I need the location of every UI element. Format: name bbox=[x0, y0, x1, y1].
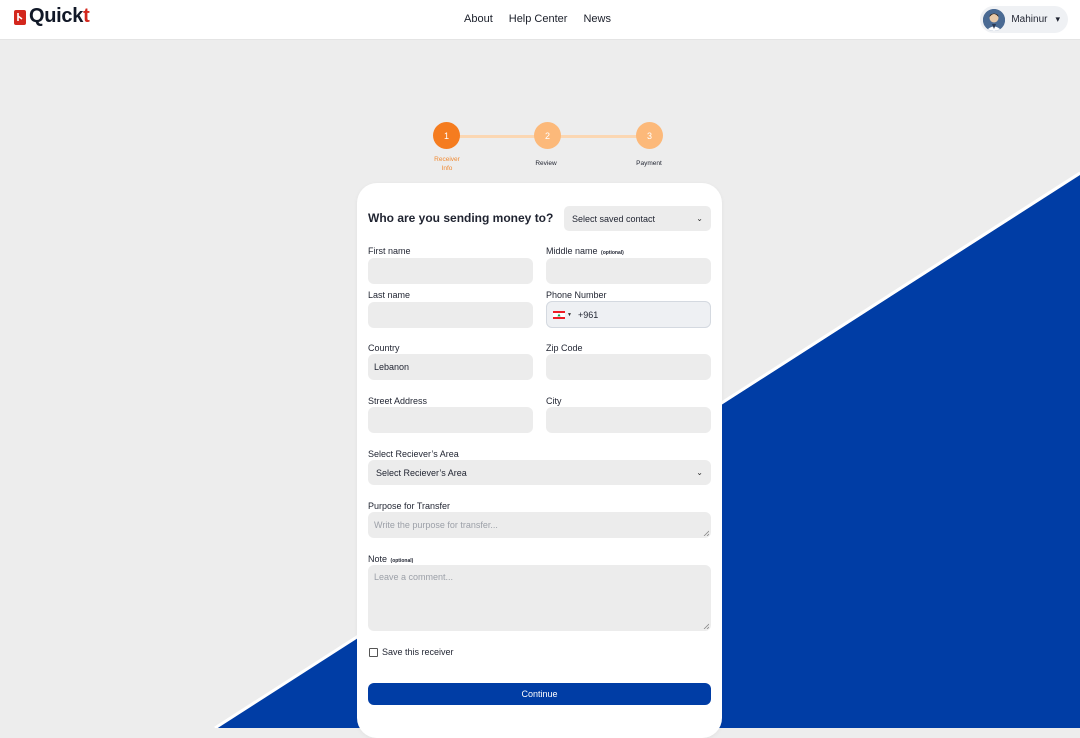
form-heading: Who are you sending money to? bbox=[368, 211, 554, 225]
street-label: Street Address bbox=[368, 396, 428, 406]
street-input[interactable] bbox=[368, 407, 533, 433]
middle-name-label: Middle name (optional) bbox=[546, 246, 624, 256]
purpose-label: Purpose for Transfer bbox=[368, 501, 451, 511]
phone-prefix: +961 bbox=[577, 309, 599, 320]
avatar bbox=[983, 8, 1006, 31]
nav-help-center-link[interactable]: Help Center bbox=[509, 13, 568, 25]
last-name-input[interactable] bbox=[368, 302, 533, 328]
save-receiver-row[interactable]: Save this receiver bbox=[369, 647, 454, 657]
chevron-down-icon: ▾ bbox=[1055, 14, 1060, 24]
area-select-value: Select Reciever’s Area bbox=[376, 467, 467, 478]
save-receiver-checkbox[interactable] bbox=[369, 647, 378, 657]
quickt-logo[interactable]: Quickt bbox=[14, 5, 90, 28]
lebanon-flag-icon[interactable] bbox=[553, 310, 565, 319]
saved-contact-select[interactable]: Select saved contact ⌄ bbox=[564, 206, 711, 231]
nav-news-link[interactable]: News bbox=[583, 13, 611, 25]
chevron-down-icon: ⌄ bbox=[696, 468, 703, 477]
save-receiver-label[interactable]: Save this receiver bbox=[382, 647, 454, 657]
first-name-input[interactable] bbox=[368, 258, 533, 284]
progress-stepper: 1 2 3 Receiver Info Review Payment bbox=[432, 122, 664, 174]
purpose-placeholder: Write the purpose for transfer... bbox=[374, 520, 498, 530]
receiver-form-card: Who are you sending money to? Select sav… bbox=[357, 183, 722, 738]
area-select[interactable]: Select Reciever’s Area ⌄ bbox=[368, 460, 711, 485]
logo-text: Quickt bbox=[29, 5, 90, 27]
step-1-label: Receiver Info bbox=[434, 156, 460, 172]
phone-input[interactable]: ▼ +961 bbox=[546, 301, 711, 328]
resize-handle-icon[interactable] bbox=[703, 530, 709, 536]
last-name-label: Last name bbox=[368, 290, 411, 300]
step-2-label: Review bbox=[535, 160, 557, 167]
purpose-textarea[interactable]: Write the purpose for transfer... bbox=[368, 512, 711, 538]
chevron-down-icon: ⌄ bbox=[696, 214, 703, 223]
middle-name-input[interactable] bbox=[546, 258, 711, 284]
logo-icon bbox=[14, 9, 26, 25]
note-textarea[interactable]: Leave a comment... bbox=[368, 565, 711, 631]
area-label: Select Reciever’s Area bbox=[368, 449, 459, 459]
step-connector-2 bbox=[547, 135, 648, 138]
nav-about-link[interactable]: About bbox=[464, 13, 493, 25]
user-name: Mahinur bbox=[1011, 14, 1048, 25]
continue-button[interactable]: Continue bbox=[368, 683, 711, 705]
avatar-person-icon bbox=[983, 8, 1006, 31]
step-1-circle: 1 bbox=[433, 122, 460, 149]
saved-contact-value: Select saved contact bbox=[572, 213, 656, 224]
step-2-circle: 2 bbox=[534, 122, 561, 149]
phone-label: Phone Number bbox=[546, 290, 607, 300]
zip-label: Zip Code bbox=[546, 343, 583, 353]
step-connector-1 bbox=[446, 135, 547, 138]
first-name-label: First name bbox=[368, 246, 411, 256]
note-label: Note (optional) bbox=[368, 554, 414, 564]
step-3-circle: 3 bbox=[636, 122, 663, 149]
main-nav: About Help Center News bbox=[464, 13, 611, 25]
city-label: City bbox=[546, 396, 562, 406]
user-menu[interactable]: Mahinur ▾ bbox=[980, 6, 1068, 33]
step-3-label: Payment bbox=[636, 160, 662, 167]
city-input[interactable] bbox=[546, 407, 711, 433]
note-placeholder: Leave a comment... bbox=[374, 572, 454, 582]
resize-handle-icon[interactable] bbox=[703, 623, 709, 629]
chevron-down-icon: ▼ bbox=[567, 311, 572, 318]
zip-input[interactable] bbox=[546, 354, 711, 380]
country-input[interactable]: Lebanon bbox=[368, 354, 533, 380]
top-navbar: Quickt About Help Center News Mahinur ▾ bbox=[0, 0, 1080, 40]
country-label: Country bbox=[368, 343, 400, 353]
